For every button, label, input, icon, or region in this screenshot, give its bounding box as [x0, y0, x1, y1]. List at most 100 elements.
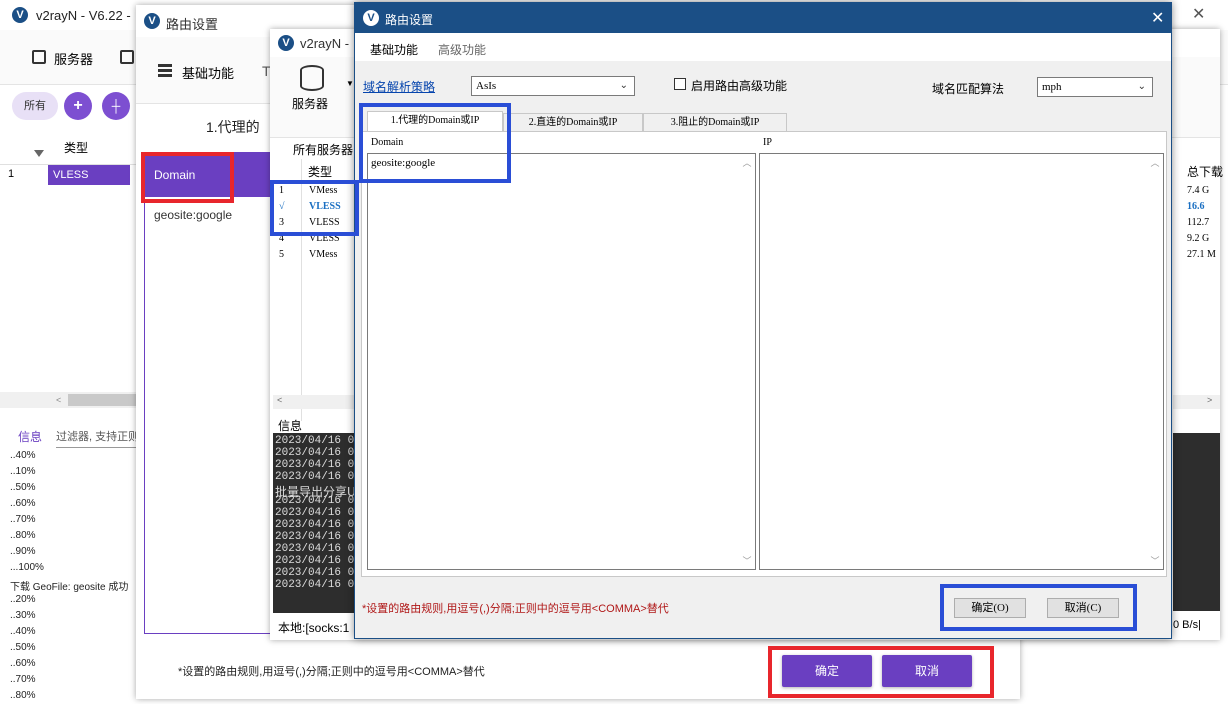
server-icon [32, 50, 46, 64]
scroll-up-icon[interactable]: ︿ [739, 156, 755, 169]
routing-settings-dialog: V 路由设置 ✕ 基础功能 高级功能 域名解析策略 AsIs ⌄ 启用路由高级功… [354, 2, 1172, 639]
download-value: 7.4 G [1187, 185, 1210, 196]
tab-block[interactable]: 3.阻止的Domain或IP [643, 113, 787, 132]
progress-line: ..70% [10, 514, 36, 525]
progress-line: ..50% [10, 642, 36, 653]
scroll-left-icon[interactable]: < [277, 395, 282, 405]
dialog-menubar: 基础功能 高级功能 [355, 33, 1171, 61]
row-index: 1 [8, 168, 15, 180]
log-panel: 2023/04/16 08 2023/04/16 08 2023/04/16 08 2… [273, 433, 359, 613]
dns-strategy-link[interactable]: 域名解析策略 [363, 78, 435, 95]
right-column: 总下载 7.4 G 16.6 112.7 9.2 G 27.1 M [1173, 159, 1223, 409]
menu-basic[interactable]: 基础功能 [370, 41, 418, 58]
progress-line: ..60% [10, 498, 36, 509]
right-hscrollbar[interactable]: > [1173, 395, 1220, 409]
domain-match-value: mph [1042, 81, 1062, 93]
dropdown-arrow-icon[interactable]: ▼ [346, 79, 354, 88]
progress-line: ..90% [10, 546, 36, 557]
scroll-down-icon[interactable]: ﹀ [739, 554, 755, 567]
progress-line: ..10% [10, 466, 36, 477]
speed-test-icon[interactable]: ┼ [102, 92, 130, 120]
sort-arrow-icon [34, 150, 44, 157]
status-bar-local: 本地:[socks:1 [278, 621, 350, 635]
v2rayn-logo-icon: V [363, 10, 379, 26]
scroll-left-icon[interactable]: < [56, 395, 61, 405]
progress-line: ..40% [10, 626, 36, 637]
dialog-titlebar: V 路由设置 ✕ [355, 3, 1171, 33]
col-total-download[interactable]: 总下载 [1187, 163, 1223, 180]
col-type[interactable]: 类型 [308, 163, 332, 180]
progress-line: ..40% [10, 450, 36, 461]
row-index: 5 [279, 249, 284, 260]
log-line: 2023/04/16 08 [275, 579, 359, 591]
subscription-icon[interactable] [120, 50, 134, 64]
highlight-dialog-buttons [940, 584, 1137, 631]
info-label: 信息 [278, 419, 303, 433]
download-value: 16.6 [1187, 201, 1205, 212]
toolbar-basic-button[interactable]: 基础功能 [182, 63, 234, 82]
log-line: 2023/04/16 08 [275, 471, 359, 483]
scroll-down-icon[interactable]: ﹀ [1147, 554, 1163, 567]
log-line: 2023/04/16 08 [275, 543, 359, 555]
progress-line: 下载 GeoFile: geosite 成功 [10, 582, 129, 593]
filter-all-chip[interactable]: 所有 [12, 92, 58, 120]
filter-input[interactable]: 过滤器, 支持正则 [56, 428, 140, 448]
ip-scrollbar[interactable]: ︿ ﹀ [1147, 154, 1163, 569]
database-icon[interactable] [300, 65, 324, 91]
info-panel: 信息 过滤器, 支持正则 ..40% ..10% ..50% ..60% ..70%..… [0, 420, 140, 704]
log-line: 2023/04/16 08 [275, 555, 359, 567]
domain-textarea[interactable]: geosite:google ︿ ﹀ [367, 153, 756, 570]
scroll-up-icon[interactable]: ︿ [1147, 156, 1163, 169]
highlight-vless-rows [270, 180, 359, 236]
table-row[interactable]: 5 VMess [273, 247, 359, 263]
dialog-title: 路由设置 [385, 13, 434, 27]
grid-col-type[interactable]: 类型 [64, 139, 88, 156]
tab-info[interactable]: 信息 [18, 428, 42, 445]
tab-content: Domain IP geosite:google ︿ ﹀ ︿ ﹀ [361, 131, 1167, 577]
download-value: 27.1 M [1187, 249, 1216, 260]
domain-scrollbar[interactable]: ︿ ﹀ [739, 154, 755, 569]
tab-direct[interactable]: 2.直连的Domain或IP [503, 113, 643, 132]
material-window-title: 路由设置 [166, 17, 219, 32]
row-type: VMess [309, 249, 338, 260]
menu-list-icon [158, 64, 172, 78]
second-window-title: v2rayN - [300, 36, 350, 51]
table-row[interactable]: 1 VLESS [0, 165, 140, 185]
menu-advanced[interactable]: 高级功能 [438, 41, 486, 58]
speed-status: 0 B/s| [1173, 619, 1201, 631]
dns-strategy-select[interactable]: AsIs ⌄ [471, 76, 635, 96]
grid-horizontal-scrollbar[interactable]: < [0, 392, 140, 408]
server-grid-header: 类型 [0, 128, 140, 165]
close-icon[interactable]: ✕ [1151, 8, 1164, 28]
log-line: 2023/04/16 08 [275, 495, 359, 507]
ip-textarea[interactable]: ︿ ﹀ [759, 153, 1164, 570]
progress-line: ..50% [10, 482, 36, 493]
add-server-button[interactable]: + [64, 92, 92, 120]
enable-advanced-checkbox[interactable] [674, 78, 686, 90]
progress-line: ..80% [10, 530, 36, 541]
toolbar-servers-button[interactable]: 服务器 [54, 49, 93, 68]
domain-value[interactable]: geosite:google [154, 208, 232, 222]
ip-box-header: IP [763, 137, 772, 148]
log-line: 2023/04/16 08 [275, 567, 359, 579]
v2rayn-logo-icon: V [12, 7, 28, 23]
close-icon[interactable]: ✕ [1192, 4, 1205, 24]
v2rayn-logo-icon: V [278, 35, 294, 51]
toolbar-servers-button[interactable]: 服务器 [292, 95, 328, 112]
domain-match-select[interactable]: mph ⌄ [1037, 77, 1153, 97]
download-value: 112.7 [1187, 217, 1210, 228]
scroll-right-icon[interactable]: > [1207, 395, 1212, 405]
enable-advanced-label: 启用路由高级功能 [691, 79, 788, 93]
scrollbar-thumb[interactable] [68, 394, 138, 406]
progress-line: ..20% [10, 594, 36, 605]
all-servers-tab[interactable]: 所有服务器 [293, 141, 353, 158]
log-line: 2023/04/16 08 [275, 531, 359, 543]
domain-match-label: 域名匹配算法 [932, 82, 1005, 96]
v2rayn-logo-icon: V [144, 13, 160, 29]
highlight-material-buttons [768, 646, 994, 698]
download-value: 9.2 G [1187, 233, 1210, 244]
list-hscrollbar[interactable]: < [273, 395, 359, 409]
progress-line: ..80% [10, 690, 36, 701]
progress-line: ..30% [10, 610, 36, 621]
tab-proxy-domain[interactable]: 1.代理的 [206, 117, 260, 137]
